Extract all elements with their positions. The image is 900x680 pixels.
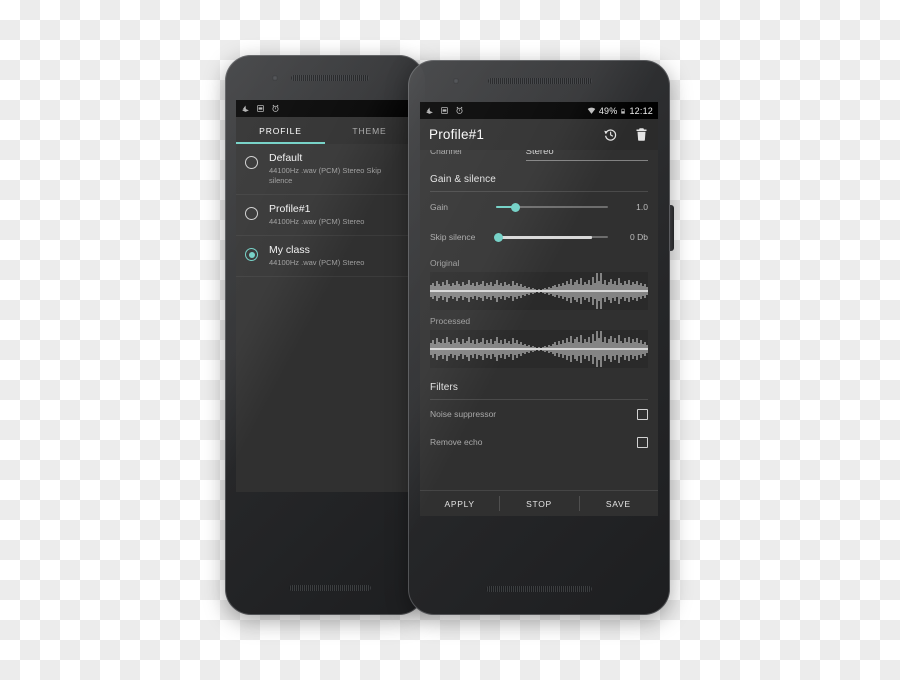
- history-icon[interactable]: [603, 127, 618, 142]
- processed-waveform[interactable]: [430, 330, 648, 368]
- profile-name: Profile#1: [269, 203, 311, 215]
- front-camera-icon: [272, 75, 278, 81]
- battery-percent-label: 49%: [598, 105, 618, 116]
- front-camera-icon: [453, 78, 459, 84]
- power-button[interactable]: [669, 205, 674, 251]
- remove-echo-label: Remove echo: [430, 437, 483, 447]
- skip-silence-row: Skip silence 0 Db: [420, 222, 658, 252]
- noise-suppressor-row[interactable]: Noise suppressor: [420, 400, 658, 428]
- phone-device-right: 49% 12:12 Profile#1 Channel Stereo Gain …: [408, 60, 674, 615]
- status-bar-right-icons: [425, 106, 464, 115]
- app-bar: Profile#1: [420, 119, 658, 150]
- apply-button[interactable]: APPLY: [420, 491, 499, 516]
- tab-profile[interactable]: PROFILE: [236, 117, 325, 144]
- sd-card-icon: [257, 105, 264, 112]
- gain-value: 1.0: [636, 202, 648, 212]
- list-item[interactable]: Profile#1 44100Hz .wav (PCM) Stereo: [236, 195, 414, 236]
- processed-waveform-graphic: [430, 331, 648, 367]
- bottom-speaker-grille: [486, 586, 592, 592]
- list-item[interactable]: My class 44100Hz .wav (PCM) Stereo: [236, 236, 414, 277]
- channel-label: Channel: [430, 150, 462, 156]
- status-bar-left: [236, 100, 414, 117]
- original-waveform-graphic: [430, 273, 648, 309]
- remove-echo-row[interactable]: Remove echo: [420, 428, 658, 456]
- profile-details: 44100Hz .wav (PCM) Stereo Skip silence: [269, 166, 382, 185]
- silent-mode-icon: [242, 105, 249, 112]
- skip-silence-slider-thumb[interactable]: [493, 232, 503, 242]
- page-title: Profile#1: [429, 127, 485, 142]
- list-item-text: My class 44100Hz .wav (PCM) Stereo: [269, 244, 364, 268]
- save-button[interactable]: SAVE: [578, 491, 658, 516]
- list-item-text: Profile#1 44100Hz .wav (PCM) Stereo: [269, 203, 364, 227]
- gain-section-title: Gain & silence: [430, 174, 496, 185]
- gain-slider[interactable]: [496, 201, 608, 213]
- profile-name: My class: [269, 244, 310, 256]
- gain-label: Gain: [430, 202, 448, 212]
- noise-suppressor-label: Noise suppressor: [430, 409, 497, 419]
- filters-section-title: Filters: [430, 382, 458, 393]
- silent-mode-icon: [426, 107, 433, 114]
- apply-button-label: APPLY: [444, 498, 475, 509]
- skip-silence-label: Skip silence: [430, 232, 476, 242]
- screenshot-stage: PROFILE THEME Default 44100Hz .wav (PCM)…: [0, 0, 900, 680]
- phone-device-left: PROFILE THEME Default 44100Hz .wav (PCM)…: [225, 55, 425, 615]
- radio-button-my-class[interactable]: [245, 248, 258, 261]
- gain-slider-thumb[interactable]: [510, 202, 520, 212]
- gain-row: Gain 1.0: [420, 192, 658, 222]
- stop-button[interactable]: STOP: [499, 491, 578, 516]
- battery-icon: [621, 108, 626, 114]
- radio-button-profile1[interactable]: [245, 207, 258, 220]
- wifi-icon: [587, 107, 596, 114]
- settings-content[interactable]: Channel Stereo Gain & silence Gain 1.0 S…: [420, 150, 658, 516]
- profile-details: 44100Hz .wav (PCM) Stereo: [269, 258, 365, 267]
- status-bar-right: 49% 12:12: [420, 102, 658, 119]
- skip-silence-value: 0 Db: [630, 232, 648, 242]
- skip-silence-slider[interactable]: [493, 231, 608, 243]
- tab-profile-label: PROFILE: [259, 125, 302, 136]
- tab-bar: PROFILE THEME: [236, 117, 414, 144]
- alarm-icon: [272, 104, 279, 112]
- phone-screen-right: 49% 12:12 Profile#1 Channel Stereo Gain …: [420, 102, 658, 516]
- earpiece-grille: [488, 78, 592, 84]
- status-bar-right-indicators: 49% 12:12: [587, 106, 653, 116]
- status-bar-left-icons: [241, 104, 280, 113]
- list-item-text: Default 44100Hz .wav (PCM) Stereo Skip s…: [269, 152, 404, 186]
- channel-value[interactable]: Stereo: [525, 150, 648, 161]
- stop-button-label: STOP: [526, 498, 552, 509]
- processed-waveform-label: Processed: [430, 316, 471, 326]
- delete-icon[interactable]: [634, 127, 649, 142]
- channel-row[interactable]: Channel Stereo: [420, 150, 658, 164]
- radio-button-default[interactable]: [245, 156, 258, 169]
- remove-echo-checkbox[interactable]: [637, 436, 648, 448]
- skip-silence-slider-highlight: [496, 235, 593, 239]
- profile-name: Default: [269, 152, 303, 164]
- list-item[interactable]: Default 44100Hz .wav (PCM) Stereo Skip s…: [236, 144, 414, 195]
- sd-card-icon: [441, 107, 448, 114]
- earpiece-grille: [291, 75, 369, 81]
- noise-suppressor-checkbox[interactable]: [637, 408, 648, 420]
- save-button-label: SAVE: [605, 498, 631, 509]
- profile-details: 44100Hz .wav (PCM) Stereo: [269, 217, 365, 226]
- original-waveform-label: Original: [430, 258, 460, 268]
- app-bar-actions: [603, 127, 649, 142]
- alarm-icon: [456, 106, 463, 114]
- profile-list: Default 44100Hz .wav (PCM) Stereo Skip s…: [236, 144, 414, 277]
- phone-screen-left: PROFILE THEME Default 44100Hz .wav (PCM)…: [236, 100, 414, 492]
- status-time-right: 12:12: [629, 105, 653, 116]
- tab-theme[interactable]: THEME: [325, 117, 414, 144]
- bottom-speaker-grille: [289, 585, 371, 591]
- action-button-bar: APPLY STOP SAVE: [420, 490, 658, 516]
- original-waveform[interactable]: [430, 272, 648, 310]
- tab-theme-label: THEME: [352, 125, 387, 136]
